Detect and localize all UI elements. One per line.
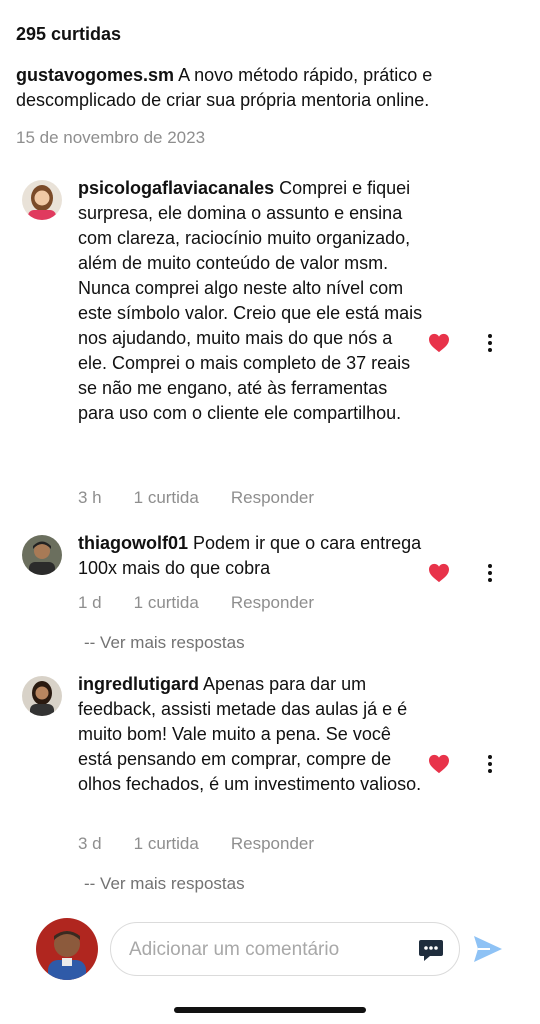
- more-options-icon[interactable]: [486, 754, 494, 774]
- chat-bubble-icon[interactable]: [417, 936, 445, 964]
- comment-body: ingredlutigard Apenas para dar um feedba…: [78, 672, 423, 797]
- reply-button[interactable]: Responder: [231, 834, 314, 854]
- heart-icon[interactable]: [428, 333, 450, 353]
- comment-composer: [0, 912, 540, 988]
- more-options-icon[interactable]: [486, 333, 494, 353]
- comment-likes[interactable]: 1 curtida: [134, 593, 199, 613]
- heart-icon[interactable]: [428, 754, 450, 774]
- comment-time: 1 d: [78, 593, 102, 612]
- post-author[interactable]: gustavogomes.sm: [16, 65, 174, 85]
- avatar[interactable]: [22, 676, 62, 716]
- comment-meta: 1 d 1 curtida Responder: [78, 593, 346, 613]
- comment-time: 3 h: [78, 488, 102, 507]
- send-icon[interactable]: [472, 934, 504, 964]
- comment-meta: 3 h 1 curtida Responder: [78, 488, 346, 508]
- comment-username[interactable]: psicologaflaviacanales: [78, 178, 274, 198]
- comment-time: 3 d: [78, 834, 102, 853]
- avatar[interactable]: [36, 918, 98, 980]
- avatar[interactable]: [22, 180, 62, 220]
- home-indicator[interactable]: [174, 1007, 366, 1013]
- view-more-replies[interactable]: -- Ver mais respostas: [84, 874, 245, 894]
- comment-username[interactable]: thiagowolf01: [78, 533, 188, 553]
- view-more-replies[interactable]: -- Ver mais respostas: [84, 633, 245, 653]
- heart-icon[interactable]: [428, 563, 450, 583]
- comment-likes[interactable]: 1 curtida: [134, 488, 199, 508]
- comment-body: thiagowolf01 Podem ir que o cara entrega…: [78, 531, 423, 581]
- comment-text: Comprei e fiquei surpresa, ele domina o …: [78, 178, 423, 423]
- comment-input[interactable]: [127, 935, 411, 965]
- likes-count[interactable]: 295 curtidas: [16, 24, 121, 45]
- comment-body: psicologaflaviacanales Comprei e fiquei …: [78, 176, 423, 426]
- comment-username[interactable]: ingredlutigard: [78, 674, 199, 694]
- more-options-icon[interactable]: [486, 563, 494, 583]
- comment-likes[interactable]: 1 curtida: [134, 834, 199, 854]
- reply-button[interactable]: Responder: [231, 593, 314, 613]
- post-caption: gustavogomes.sm A novo método rápido, pr…: [16, 63, 521, 113]
- reply-button[interactable]: Responder: [231, 488, 314, 508]
- comment-input-wrapper: [110, 922, 460, 976]
- comment-meta: 3 d 1 curtida Responder: [78, 834, 346, 854]
- post-date: 15 de novembro de 2023: [16, 128, 206, 147]
- avatar[interactable]: [22, 535, 62, 575]
